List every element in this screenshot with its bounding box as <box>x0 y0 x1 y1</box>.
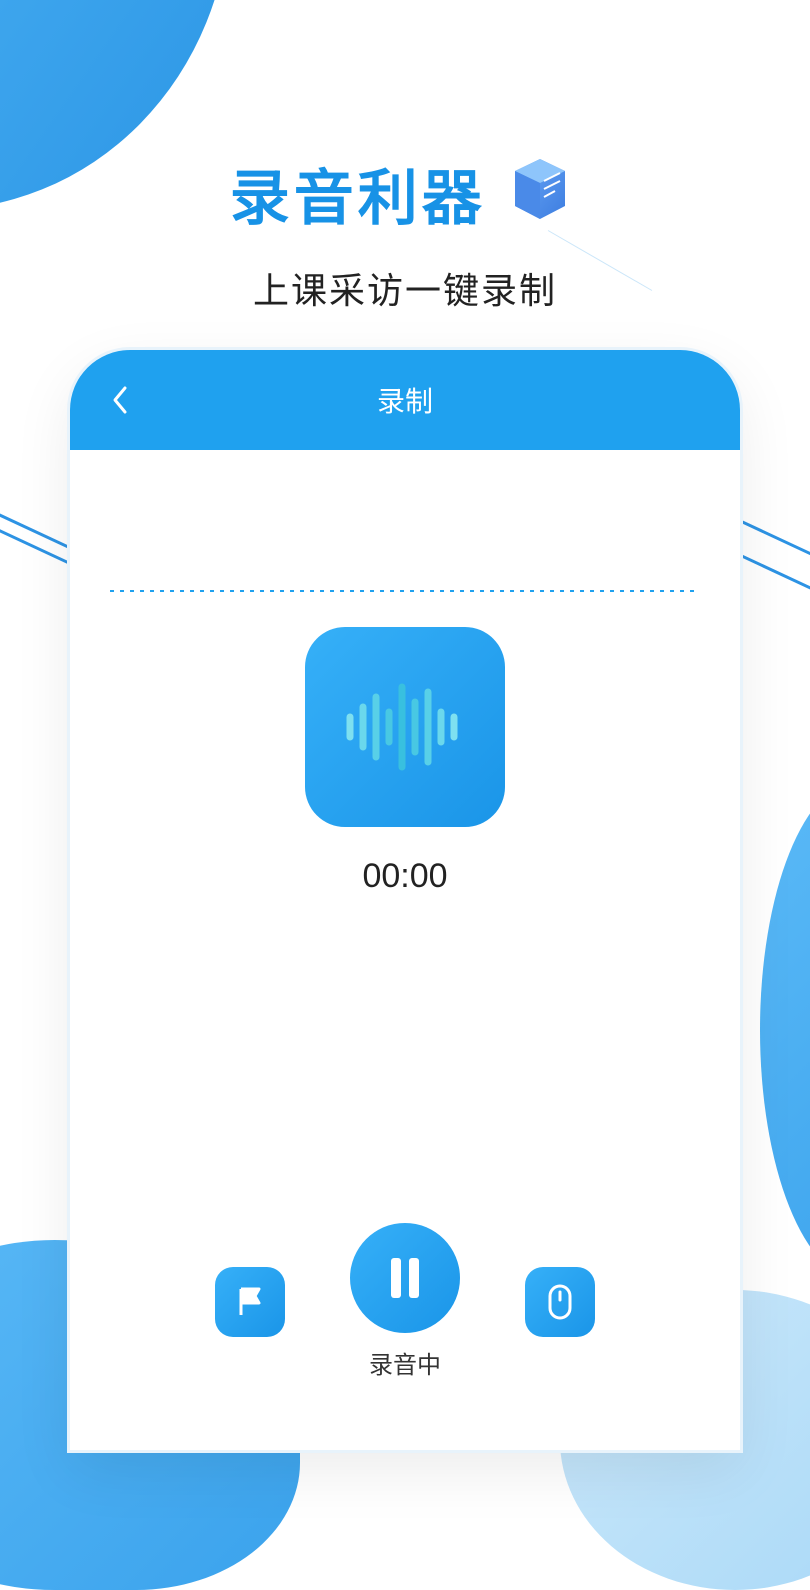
page-subtitle: 上课采访一键录制 <box>0 262 810 314</box>
chat-cube-icon <box>500 151 580 236</box>
page-title: 录音利器 <box>230 150 486 237</box>
page-header: 录音利器 上课采访一键录制 <box>0 150 810 314</box>
timer-display: 00:00 <box>362 857 447 896</box>
waveform-track <box>110 590 700 592</box>
phone-content: 00:00 录音中 <box>70 450 740 1450</box>
pause-icon <box>385 1254 425 1302</box>
flag-icon <box>233 1285 267 1319</box>
flag-button[interactable] <box>215 1267 285 1337</box>
recording-status-label: 录音中 <box>369 1345 441 1380</box>
phone-mockup: 录制 00:00 <box>70 350 740 1450</box>
controls-bar: 录音中 <box>215 1223 595 1380</box>
waveform-display <box>305 627 505 827</box>
app-bar-title: 录制 <box>140 380 670 420</box>
app-bar: 录制 <box>70 350 740 450</box>
waveform-icon <box>335 667 475 787</box>
mouse-icon <box>543 1282 577 1322</box>
decorative-blob <box>760 780 810 1280</box>
back-button[interactable] <box>100 380 140 420</box>
stop-button[interactable] <box>525 1267 595 1337</box>
record-control: 录音中 <box>350 1223 460 1380</box>
back-chevron-icon <box>110 384 130 416</box>
pause-button[interactable] <box>350 1223 460 1333</box>
